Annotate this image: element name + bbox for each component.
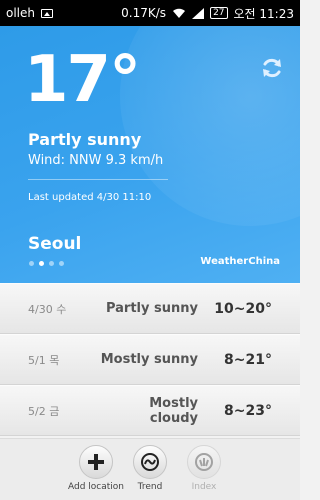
weather-card[interactable]: 17° Partly sunny Wind: NNW 9.3 km/h Last… bbox=[0, 26, 300, 283]
forecast-condition: Partly sunny bbox=[105, 301, 198, 316]
bottom-toolbar: Add location Trend Index bbox=[0, 438, 300, 500]
page-dot bbox=[29, 261, 34, 266]
page-dot bbox=[59, 261, 64, 266]
forecast-date: 5/1 목 bbox=[28, 353, 60, 367]
index-label: Index bbox=[191, 482, 217, 492]
trend-button[interactable]: Trend bbox=[120, 445, 180, 492]
forecast-temp-range: 10~20° bbox=[214, 300, 272, 317]
trend-label: Trend bbox=[137, 482, 163, 492]
add-location-label: Add location bbox=[68, 482, 124, 492]
battery-icon: 27 bbox=[210, 7, 228, 19]
current-temperature: 17° bbox=[24, 43, 141, 117]
network-speed: 0.17K/s bbox=[121, 6, 167, 20]
clock: 오전 11:23 bbox=[233, 6, 294, 21]
forecast-condition: Mostly sunny bbox=[100, 352, 198, 367]
forecast-temp-range: 8~21° bbox=[224, 351, 272, 368]
forecast-row[interactable]: 4/30 수 Partly sunny 10~20° bbox=[0, 283, 300, 334]
trend-circle[interactable] bbox=[133, 445, 167, 479]
wind-info: Wind: NNW 9.3 km/h bbox=[28, 153, 164, 168]
city-name: Seoul bbox=[28, 234, 82, 254]
trend-icon bbox=[141, 453, 159, 471]
page-indicator bbox=[29, 261, 64, 266]
status-bar: olleh 0.17K/s 27 오전 11:23 bbox=[0, 0, 300, 26]
index-button[interactable]: Index bbox=[174, 445, 234, 492]
forecast-row[interactable]: 5/1 목 Mostly sunny 8~21° bbox=[0, 334, 300, 385]
provider-brand[interactable]: WeatherChina bbox=[200, 256, 280, 267]
page-dot-active bbox=[39, 261, 44, 266]
forecast-temp-range: 8~23° bbox=[224, 402, 272, 419]
signal-icon bbox=[192, 7, 205, 19]
current-condition: Partly sunny bbox=[28, 130, 142, 149]
index-circle[interactable] bbox=[187, 445, 221, 479]
forecast-condition: Mostly cloudy bbox=[149, 395, 198, 426]
carrier-label: olleh bbox=[6, 6, 35, 20]
last-updated: Last updated 4/30 11:10 bbox=[28, 192, 152, 203]
index-icon bbox=[195, 453, 213, 471]
add-location-circle[interactable] bbox=[79, 445, 113, 479]
add-location-button[interactable]: Add location bbox=[66, 445, 126, 492]
forecast-list: 4/30 수 Partly sunny 10~20° 5/1 목 Mostly … bbox=[0, 283, 300, 436]
forecast-date: 4/30 수 bbox=[28, 302, 67, 316]
page-dot bbox=[49, 261, 54, 266]
plus-icon bbox=[88, 454, 104, 470]
divider bbox=[28, 179, 168, 180]
refresh-icon[interactable] bbox=[260, 56, 284, 80]
forecast-row[interactable]: 5/2 금 Mostly cloudy 8~23° bbox=[0, 385, 300, 436]
gallery-icon bbox=[41, 8, 53, 18]
forecast-date: 5/2 금 bbox=[28, 404, 60, 418]
wifi-icon bbox=[173, 8, 186, 18]
